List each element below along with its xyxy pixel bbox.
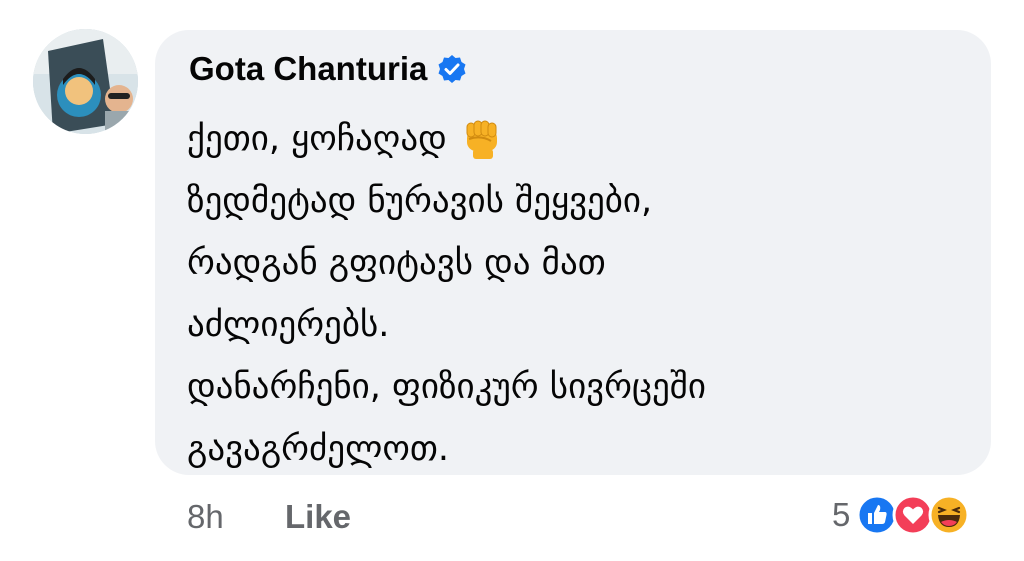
comment-line: ქეთი, ყოჩაღად [187, 108, 967, 170]
comment-footer: 8h Like 5 [0, 492, 1024, 542]
haha-reaction-icon [928, 494, 970, 536]
comment-line-text: აძლიერებს. [187, 305, 390, 345]
comment-line: ზედმეტად ნურავის შეყვები, [187, 170, 967, 232]
reaction-summary[interactable]: 5 [832, 492, 970, 538]
raised-fist-emoji [466, 120, 497, 159]
reaction-count: 5 [832, 496, 851, 533]
comment-author: Gota Chanturia [189, 50, 467, 88]
comment-text: ქეთი, ყოჩაღად ზედმეტად ნურავის შეყვები, … [187, 108, 967, 480]
avatar[interactable] [33, 29, 138, 134]
comment-line: დანარჩენი, ფიზიკურ სივრცეში [187, 356, 967, 418]
comment-line-text: დანარჩენი, ფიზიკურ სივრცეში [187, 367, 706, 407]
like-button[interactable]: Like [285, 498, 351, 536]
comment-bubble: Gota Chanturia ქეთი, ყოჩაღად ზედმეტად ნუ… [155, 30, 991, 475]
comment-timestamp[interactable]: 8h [187, 498, 224, 536]
comment-line-text: ქეთი, ყოჩაღად [187, 119, 447, 159]
comment-line-text: რადგან გფიტავს და მათ [187, 243, 606, 283]
comment-line: რადგან გფიტავს და მათ [187, 232, 967, 294]
author-name[interactable]: Gota Chanturia [189, 50, 427, 88]
comment-line: აძლიერებს. [187, 294, 967, 356]
comment-line-text: გავაგრძელოთ. [187, 429, 450, 469]
verified-badge-icon [438, 55, 466, 83]
comment-line: გავაგრძელოთ. [187, 418, 967, 480]
comment-line-text: ზედმეტად ნურავის შეყვები, [187, 181, 653, 221]
profile-photo [33, 29, 138, 134]
